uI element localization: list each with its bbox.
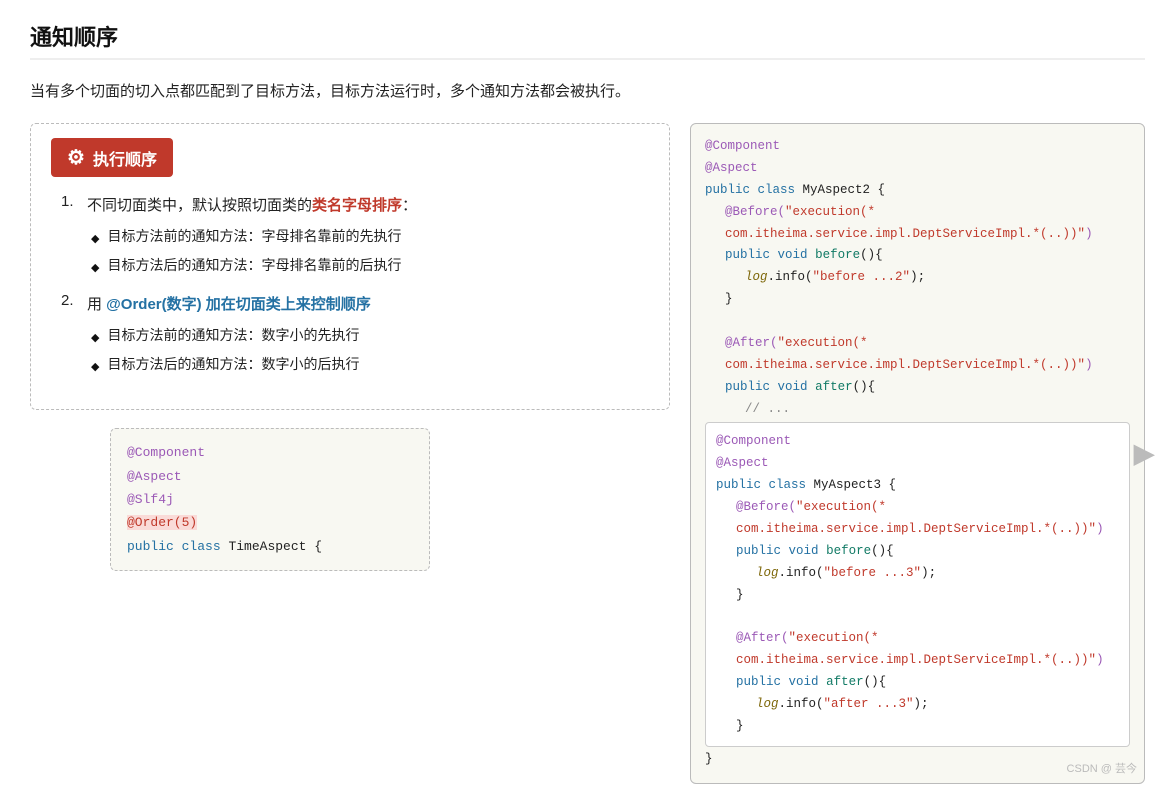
list-item-1-text: 不同切面类中，默认按照切面类的类名字母排序： xyxy=(87,193,417,219)
list-num-1: 1. xyxy=(61,193,81,210)
diamond-icon: ◆ xyxy=(91,329,99,348)
list-item-2: 2. 用 @Order(数字) 加在切面类上来控制顺序 ◆ 目标方法前的通知方法… xyxy=(61,292,649,377)
list-item-1-sub: ◆ 目标方法前的通知方法：字母排名靠前的先执行 ◆ 目标方法后的通知方法：字母排… xyxy=(61,225,649,279)
sub-item-2-2-text: 目标方法后的通知方法：数字小的后执行 xyxy=(107,353,359,377)
list-item-1-text-before: 不同切面类中，默认按照切面类的 xyxy=(87,197,312,214)
list-items: 1. 不同切面类中，默认按照切面类的类名字母排序： ◆ 目标方法前的通知方法：字… xyxy=(51,193,649,377)
exec-order-box: ⚙ 执行顺序 1. 不同切面类中，默认按照切面类的类名字母排序： ◆ xyxy=(30,123,670,410)
sub-item-2-1-text: 目标方法前的通知方法：数字小的先执行 xyxy=(107,324,359,348)
list-item-1-text-after: ： xyxy=(402,197,417,214)
list-num-2: 2. xyxy=(61,292,81,309)
gear-icon: ⚙ xyxy=(67,145,85,170)
right-panel: @Component @Aspect public class MyAspect… xyxy=(690,123,1145,784)
code-myaspect2: @Component @Aspect public class MyAspect… xyxy=(705,136,1130,420)
code-line-class: public class TimeAspect { xyxy=(127,535,413,558)
list-item-2-text-before: 用 xyxy=(87,296,106,313)
diamond-icon: ◆ xyxy=(91,358,99,377)
watermark: CSDN @ 芸今 xyxy=(1067,760,1137,776)
code-line-annotation-2: @Aspect xyxy=(127,465,413,488)
sub-item-1-2-text: 目标方法后的通知方法：字母排名靠前的后执行 xyxy=(107,254,401,278)
diamond-icon: ◆ xyxy=(91,259,99,278)
code-line-order: @Order(5) xyxy=(127,511,413,534)
exec-header-label: 执行顺序 xyxy=(93,146,157,170)
exec-header: ⚙ 执行顺序 xyxy=(51,138,173,177)
code-line-annotation-3: @Slf4j xyxy=(127,488,413,511)
code-large-box: @Component @Aspect public class MyAspect… xyxy=(690,123,1145,784)
list-item-2-highlight: @Order(数字) 加在切面类上来控制顺序 xyxy=(106,296,371,313)
code-line-annotation-1: @Component xyxy=(127,441,413,464)
list-item-2-sub: ◆ 目标方法前的通知方法：数字小的先执行 ◆ 目标方法后的通知方法：数字小的后执… xyxy=(61,324,649,378)
sub-item-2-2: ◆ 目标方法后的通知方法：数字小的后执行 xyxy=(91,353,649,377)
list-item-1-highlight: 类名字母排序 xyxy=(312,197,402,214)
right-arrow-icon: ▶ xyxy=(1133,437,1155,470)
list-item-1: 1. 不同切面类中，默认按照切面类的类名字母排序： ◆ 目标方法前的通知方法：字… xyxy=(61,193,649,278)
intro-text: 当有多个切面的切入点都匹配到了目标方法，目标方法运行时，多个通知方法都会被执行。 xyxy=(30,78,1145,105)
left-panel: ⚙ 执行顺序 1. 不同切面类中，默认按照切面类的类名字母排序： ◆ xyxy=(30,123,670,571)
code-myaspect3: @Component @Aspect public class MyAspect… xyxy=(705,422,1130,746)
sub-item-1-1-text: 目标方法前的通知方法：字母排名靠前的先执行 xyxy=(107,225,401,249)
sub-item-1-1: ◆ 目标方法前的通知方法：字母排名靠前的先执行 xyxy=(91,225,649,249)
sub-item-2-1: ◆ 目标方法前的通知方法：数字小的先执行 xyxy=(91,324,649,348)
sub-item-1-2: ◆ 目标方法后的通知方法：字母排名靠前的后执行 xyxy=(91,254,649,278)
list-item-2-text: 用 @Order(数字) 加在切面类上来控制顺序 xyxy=(87,292,371,318)
page-title: 通知顺序 xyxy=(30,20,1145,60)
diamond-icon: ◆ xyxy=(91,230,99,249)
code-small-box: @Component @Aspect @Slf4j @Order(5) publ… xyxy=(110,428,430,571)
